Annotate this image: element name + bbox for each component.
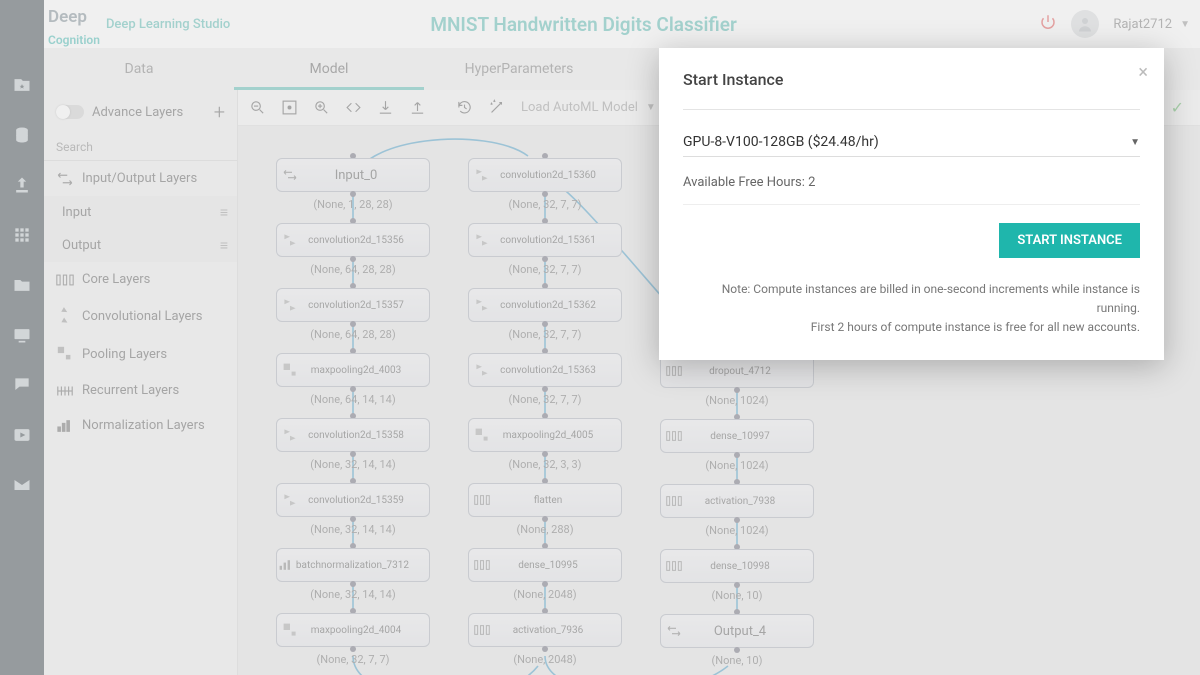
- start-instance-modal: × Start Instance GPU-8-V100-128GB ($24.4…: [659, 48, 1164, 360]
- close-icon[interactable]: ×: [1138, 62, 1148, 83]
- selected-instance: GPU-8-V100-128GB ($24.48/hr): [683, 134, 879, 150]
- start-instance-button[interactable]: START INSTANCE: [999, 223, 1140, 258]
- modal-title: Start Instance: [683, 70, 1140, 89]
- billing-note: Note: Compute instances are billed in on…: [683, 258, 1140, 338]
- chevron-down-icon: ▼: [1130, 137, 1140, 148]
- instance-select[interactable]: GPU-8-V100-128GB ($24.48/hr) ▼: [683, 128, 1140, 157]
- free-hours-label: Available Free Hours: 2: [683, 175, 1140, 205]
